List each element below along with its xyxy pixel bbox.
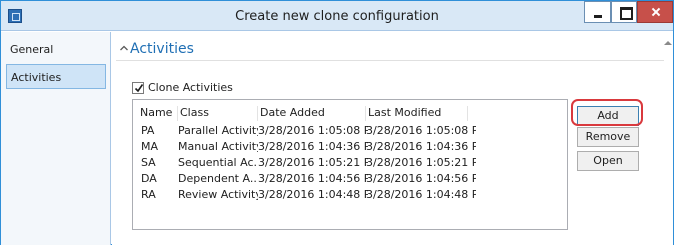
table-row[interactable]: SA Sequential Ac... 3/28/2016 1:05:21 PM…	[133, 156, 567, 172]
dialog-window: Create new clone configuration General A…	[0, 0, 674, 245]
main-panel: Activities Clone Activities Name Class D…	[112, 32, 673, 245]
scroll-up-icon[interactable]	[663, 38, 673, 48]
sidebar-item-activities[interactable]: Activities	[6, 64, 106, 89]
cell-date-added: 3/28/2016 1:05:21 PM	[258, 156, 368, 169]
sidebar-item-general[interactable]: General	[6, 37, 106, 62]
title-bar[interactable]: Create new clone configuration	[1, 1, 673, 31]
cell-last-modified: 3/28/2016 1:04:48 PM	[366, 188, 476, 201]
column-header-class[interactable]: Class	[178, 106, 258, 121]
cell-class: Dependent A...	[178, 172, 258, 185]
cell-last-modified: 3/28/2016 1:05:21 PM	[366, 156, 476, 169]
cell-name: DA	[141, 172, 157, 185]
table-row[interactable]: MA Manual Activity 3/28/2016 1:04:36 PM …	[133, 140, 567, 156]
section-header[interactable]: Activities	[116, 39, 664, 61]
close-button[interactable]	[637, 1, 673, 23]
remove-button[interactable]: Remove	[577, 127, 639, 147]
clone-activities-checkbox[interactable]	[132, 82, 144, 94]
open-button[interactable]: Open	[577, 151, 639, 171]
cell-name: RA	[141, 188, 156, 201]
sidebar: General Activities	[1, 32, 111, 245]
column-header-date-added[interactable]: Date Added	[258, 106, 366, 121]
cell-class: Manual Activity	[178, 140, 258, 153]
table-row[interactable]: RA Review Activity 3/28/2016 1:04:48 PM …	[133, 188, 567, 204]
maximize-button[interactable]	[611, 1, 637, 23]
table-row[interactable]: DA Dependent A... 3/28/2016 1:04:56 PM 3…	[133, 172, 567, 188]
cell-name: MA	[141, 140, 159, 153]
section-title: Activities	[130, 41, 194, 57]
minimize-button[interactable]	[584, 1, 611, 23]
check-icon	[134, 84, 144, 93]
column-header-last-modified[interactable]: Last Modified	[366, 106, 468, 121]
cell-name: SA	[141, 156, 156, 169]
clone-activities-label[interactable]: Clone Activities	[148, 81, 233, 94]
window-title: Create new clone configuration	[235, 9, 439, 24]
add-button-highlight	[571, 99, 643, 126]
cell-date-added: 3/28/2016 1:04:36 PM	[258, 140, 368, 153]
activities-list[interactable]: Name Class Date Added Last Modified PA P…	[132, 99, 568, 230]
cell-class: Sequential Ac...	[178, 156, 258, 169]
cell-class: Parallel Activity	[178, 124, 258, 137]
cell-name: PA	[141, 124, 155, 137]
table-row[interactable]: PA Parallel Activity 3/28/2016 1:05:08 P…	[133, 124, 567, 140]
cell-last-modified: 3/28/2016 1:04:36 PM	[366, 140, 476, 153]
cell-last-modified: 3/28/2016 1:04:56 PM	[366, 172, 476, 185]
cell-date-added: 3/28/2016 1:05:08 PM	[258, 124, 368, 137]
column-header-name[interactable]: Name	[140, 106, 178, 121]
chevron-up-icon[interactable]	[119, 43, 129, 53]
cell-date-added: 3/28/2016 1:04:56 PM	[258, 172, 368, 185]
list-header: Name Class Date Added Last Modified	[133, 100, 567, 121]
cell-date-added: 3/28/2016 1:04:48 PM	[258, 188, 368, 201]
cell-class: Review Activity	[178, 188, 258, 201]
cell-last-modified: 3/28/2016 1:05:08 PM	[366, 124, 476, 137]
